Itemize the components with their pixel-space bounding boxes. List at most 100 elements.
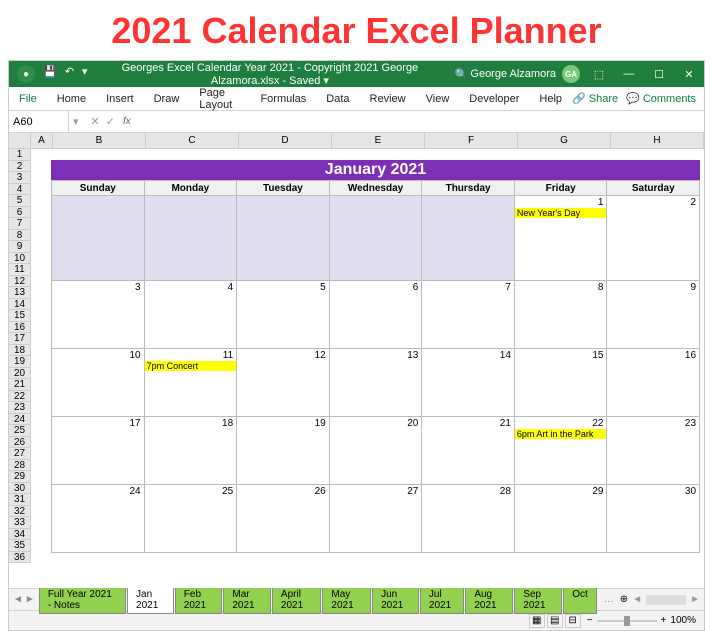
sheet-tab[interactable]: Oct <box>563 586 597 614</box>
ribbon-tab-home[interactable]: Home <box>47 87 96 110</box>
calendar-cell[interactable]: 9 <box>607 281 700 349</box>
calendar-cell[interactable]: 1New Year's Day <box>515 196 608 281</box>
comments-button[interactable]: 💬 Comments <box>626 92 696 105</box>
sheet-tab[interactable]: Jan 2021 <box>127 586 174 614</box>
calendar-cell[interactable]: 7 <box>422 281 515 349</box>
row-header[interactable]: 27 <box>9 448 31 460</box>
name-box[interactable]: A60 <box>9 111 69 132</box>
calendar-cell[interactable]: 26 <box>237 485 330 553</box>
row-header[interactable]: 24 <box>9 414 31 426</box>
row-header[interactable]: 11 <box>9 264 31 276</box>
calendar-cell[interactable]: 5 <box>237 281 330 349</box>
row-header[interactable]: 35 <box>9 540 31 552</box>
row-header[interactable]: 2 <box>9 161 31 173</box>
hscroll-left-icon[interactable]: ◄ <box>632 594 642 605</box>
calendar-cell[interactable]: 4 <box>145 281 238 349</box>
calendar-cell[interactable]: 29 <box>515 485 608 553</box>
hscroll-right-icon[interactable]: ► <box>690 594 700 605</box>
row-header[interactable]: 18 <box>9 345 31 357</box>
row-header[interactable]: 8 <box>9 230 31 242</box>
calendar-cell[interactable]: 18 <box>145 417 238 485</box>
share-button[interactable]: 🔗 Share <box>572 92 618 105</box>
ribbon-tab-developer[interactable]: Developer <box>459 87 529 110</box>
sheet-tab[interactable]: Full Year 2021 - Notes <box>39 586 126 614</box>
calendar-cell[interactable]: 117pm Concert <box>145 349 238 417</box>
calendar-cell[interactable]: 15 <box>515 349 608 417</box>
col-header[interactable]: B <box>53 133 146 149</box>
row-header[interactable]: 34 <box>9 529 31 541</box>
calendar-cell[interactable]: 28 <box>422 485 515 553</box>
hscroll-track[interactable] <box>646 595 686 605</box>
col-header[interactable]: C <box>146 133 239 149</box>
row-header[interactable]: 5 <box>9 195 31 207</box>
row-header[interactable]: 26 <box>9 437 31 449</box>
col-header[interactable]: A <box>31 133 53 149</box>
col-header[interactable]: D <box>239 133 332 149</box>
calendar-cell[interactable]: 30 <box>607 485 700 553</box>
search-icon[interactable]: 🔍 <box>452 65 470 83</box>
row-header[interactable]: 32 <box>9 506 31 518</box>
sheet-tab[interactable]: Sep 2021 <box>514 586 562 614</box>
sheet-tab[interactable]: Aug 2021 <box>465 586 513 614</box>
col-header[interactable]: H <box>611 133 704 149</box>
row-header[interactable]: 25 <box>9 425 31 437</box>
zoom-out-icon[interactable]: − <box>587 615 593 626</box>
row-header[interactable]: 10 <box>9 253 31 265</box>
row-header[interactable]: 14 <box>9 299 31 311</box>
tab-more-icon[interactable]: … <box>598 594 620 605</box>
ribbon-tab-page-layout[interactable]: Page Layout <box>189 87 250 110</box>
sheet-tab[interactable]: Jul 2021 <box>420 586 464 614</box>
row-header[interactable]: 29 <box>9 471 31 483</box>
row-header[interactable]: 15 <box>9 310 31 322</box>
page-break-icon[interactable]: ⊟ <box>565 614 581 628</box>
calendar-cell[interactable]: 27 <box>330 485 423 553</box>
calendar-cell[interactable]: 6 <box>330 281 423 349</box>
zoom-slider[interactable] <box>597 620 657 622</box>
close-icon[interactable]: ✕ <box>674 61 704 87</box>
calendar-cell[interactable]: 23 <box>607 417 700 485</box>
calendar-event[interactable]: 7pm Concert <box>145 361 237 371</box>
ribbon-options-icon[interactable]: ⬚ <box>584 61 614 87</box>
calendar-cell[interactable]: 14 <box>422 349 515 417</box>
col-header[interactable]: G <box>518 133 611 149</box>
add-sheet-icon[interactable]: ⊕ <box>620 594 628 605</box>
minimize-icon[interactable]: — <box>614 61 644 87</box>
row-header[interactable]: 9 <box>9 241 31 253</box>
row-header[interactable]: 16 <box>9 322 31 334</box>
ribbon-tab-review[interactable]: Review <box>360 87 416 110</box>
ribbon-tab-insert[interactable]: Insert <box>96 87 144 110</box>
row-header[interactable]: 7 <box>9 218 31 230</box>
sheet-tab[interactable]: Jun 2021 <box>372 586 419 614</box>
col-header[interactable]: F <box>425 133 518 149</box>
zoom-in-icon[interactable]: + <box>661 615 667 626</box>
calendar-cell[interactable] <box>237 196 330 281</box>
sheet-tab[interactable]: Mar 2021 <box>223 586 271 614</box>
sheet-tab[interactable]: May 2021 <box>322 586 371 614</box>
ribbon-tab-view[interactable]: View <box>416 87 460 110</box>
calendar-cell[interactable]: 17 <box>51 417 145 485</box>
calendar-cell[interactable]: 226pm Art in the Park <box>515 417 608 485</box>
calendar-cell[interactable]: 8 <box>515 281 608 349</box>
calendar-cell[interactable] <box>422 196 515 281</box>
zoom-level[interactable]: 100% <box>670 615 696 626</box>
name-box-dropdown-icon[interactable]: ▾ <box>69 115 83 128</box>
calendar-cell[interactable] <box>330 196 423 281</box>
calendar-cell[interactable]: 24 <box>51 485 145 553</box>
calendar-cell[interactable]: 10 <box>51 349 145 417</box>
ribbon-tab-formulas[interactable]: Formulas <box>250 87 316 110</box>
normal-view-icon[interactable]: ▦ <box>529 614 545 628</box>
enter-icon[interactable]: ✓ <box>106 115 115 128</box>
calendar-event[interactable]: 6pm Art in the Park <box>515 429 607 439</box>
row-header[interactable]: 30 <box>9 483 31 495</box>
row-header[interactable]: 12 <box>9 276 31 288</box>
page-layout-icon[interactable]: ▤ <box>547 614 563 628</box>
calendar-cell[interactable] <box>51 196 145 281</box>
sheet-tab[interactable]: Feb 2021 <box>175 586 223 614</box>
calendar-cell[interactable]: 3 <box>51 281 145 349</box>
row-header[interactable]: 20 <box>9 368 31 380</box>
row-header[interactable]: 22 <box>9 391 31 403</box>
calendar-cell[interactable]: 13 <box>330 349 423 417</box>
row-header[interactable]: 21 <box>9 379 31 391</box>
calendar-event[interactable]: New Year's Day <box>515 208 607 218</box>
tab-prev-icon[interactable]: ◄ <box>13 594 23 605</box>
